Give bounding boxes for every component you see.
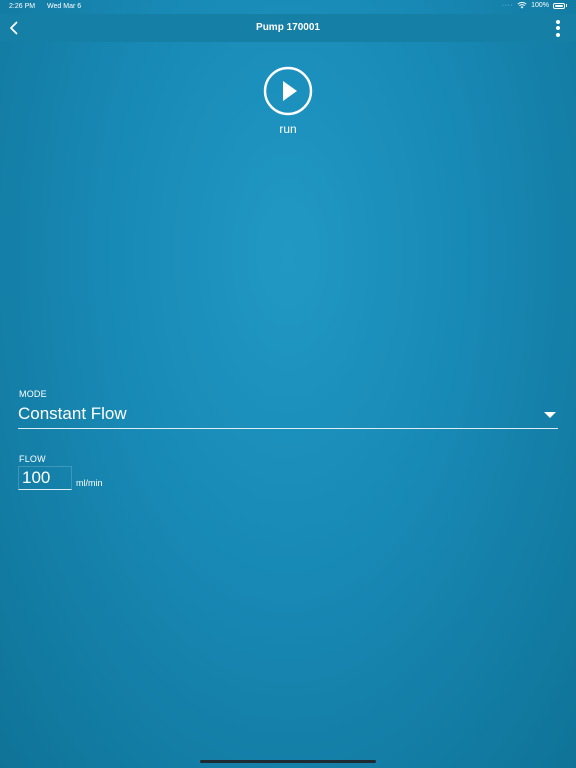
flow-unit: ml/min: [76, 478, 103, 488]
more-options-button[interactable]: [550, 18, 566, 38]
battery-icon: [553, 2, 565, 9]
flow-label: FLOW: [19, 454, 46, 464]
status-date: Wed Mar 6: [47, 3, 82, 10]
status-time: 2:26 PM: [9, 3, 36, 10]
status-bar: 2:26 PM Wed Mar 6 ···· 100%: [0, 0, 576, 14]
page-title: Pump 170001: [256, 22, 320, 33]
status-left: 2:26 PM Wed Mar 6: [9, 3, 91, 10]
run-label: run: [279, 122, 297, 136]
flow-input[interactable]: [18, 466, 72, 490]
battery-tip: [566, 4, 567, 7]
status-right: ···· 100%: [502, 2, 567, 9]
wifi-icon: [517, 2, 527, 9]
nav-bar: Pump 170001: [0, 14, 576, 42]
play-icon: [263, 66, 313, 116]
caret-down-icon: [544, 412, 556, 418]
mode-value: Constant Flow: [18, 404, 127, 423]
battery-percent: 100%: [531, 2, 549, 9]
more-vertical-icon-dot: [556, 32, 560, 37]
run-button[interactable]: [263, 66, 313, 116]
signal-dots-icon: ····: [501, 2, 514, 9]
more-vertical-icon-dot: [556, 26, 560, 30]
home-indicator[interactable]: [200, 760, 376, 763]
mode-select[interactable]: Constant Flow: [18, 402, 558, 429]
more-vertical-icon: [556, 19, 560, 24]
mode-label: MODE: [19, 389, 47, 399]
